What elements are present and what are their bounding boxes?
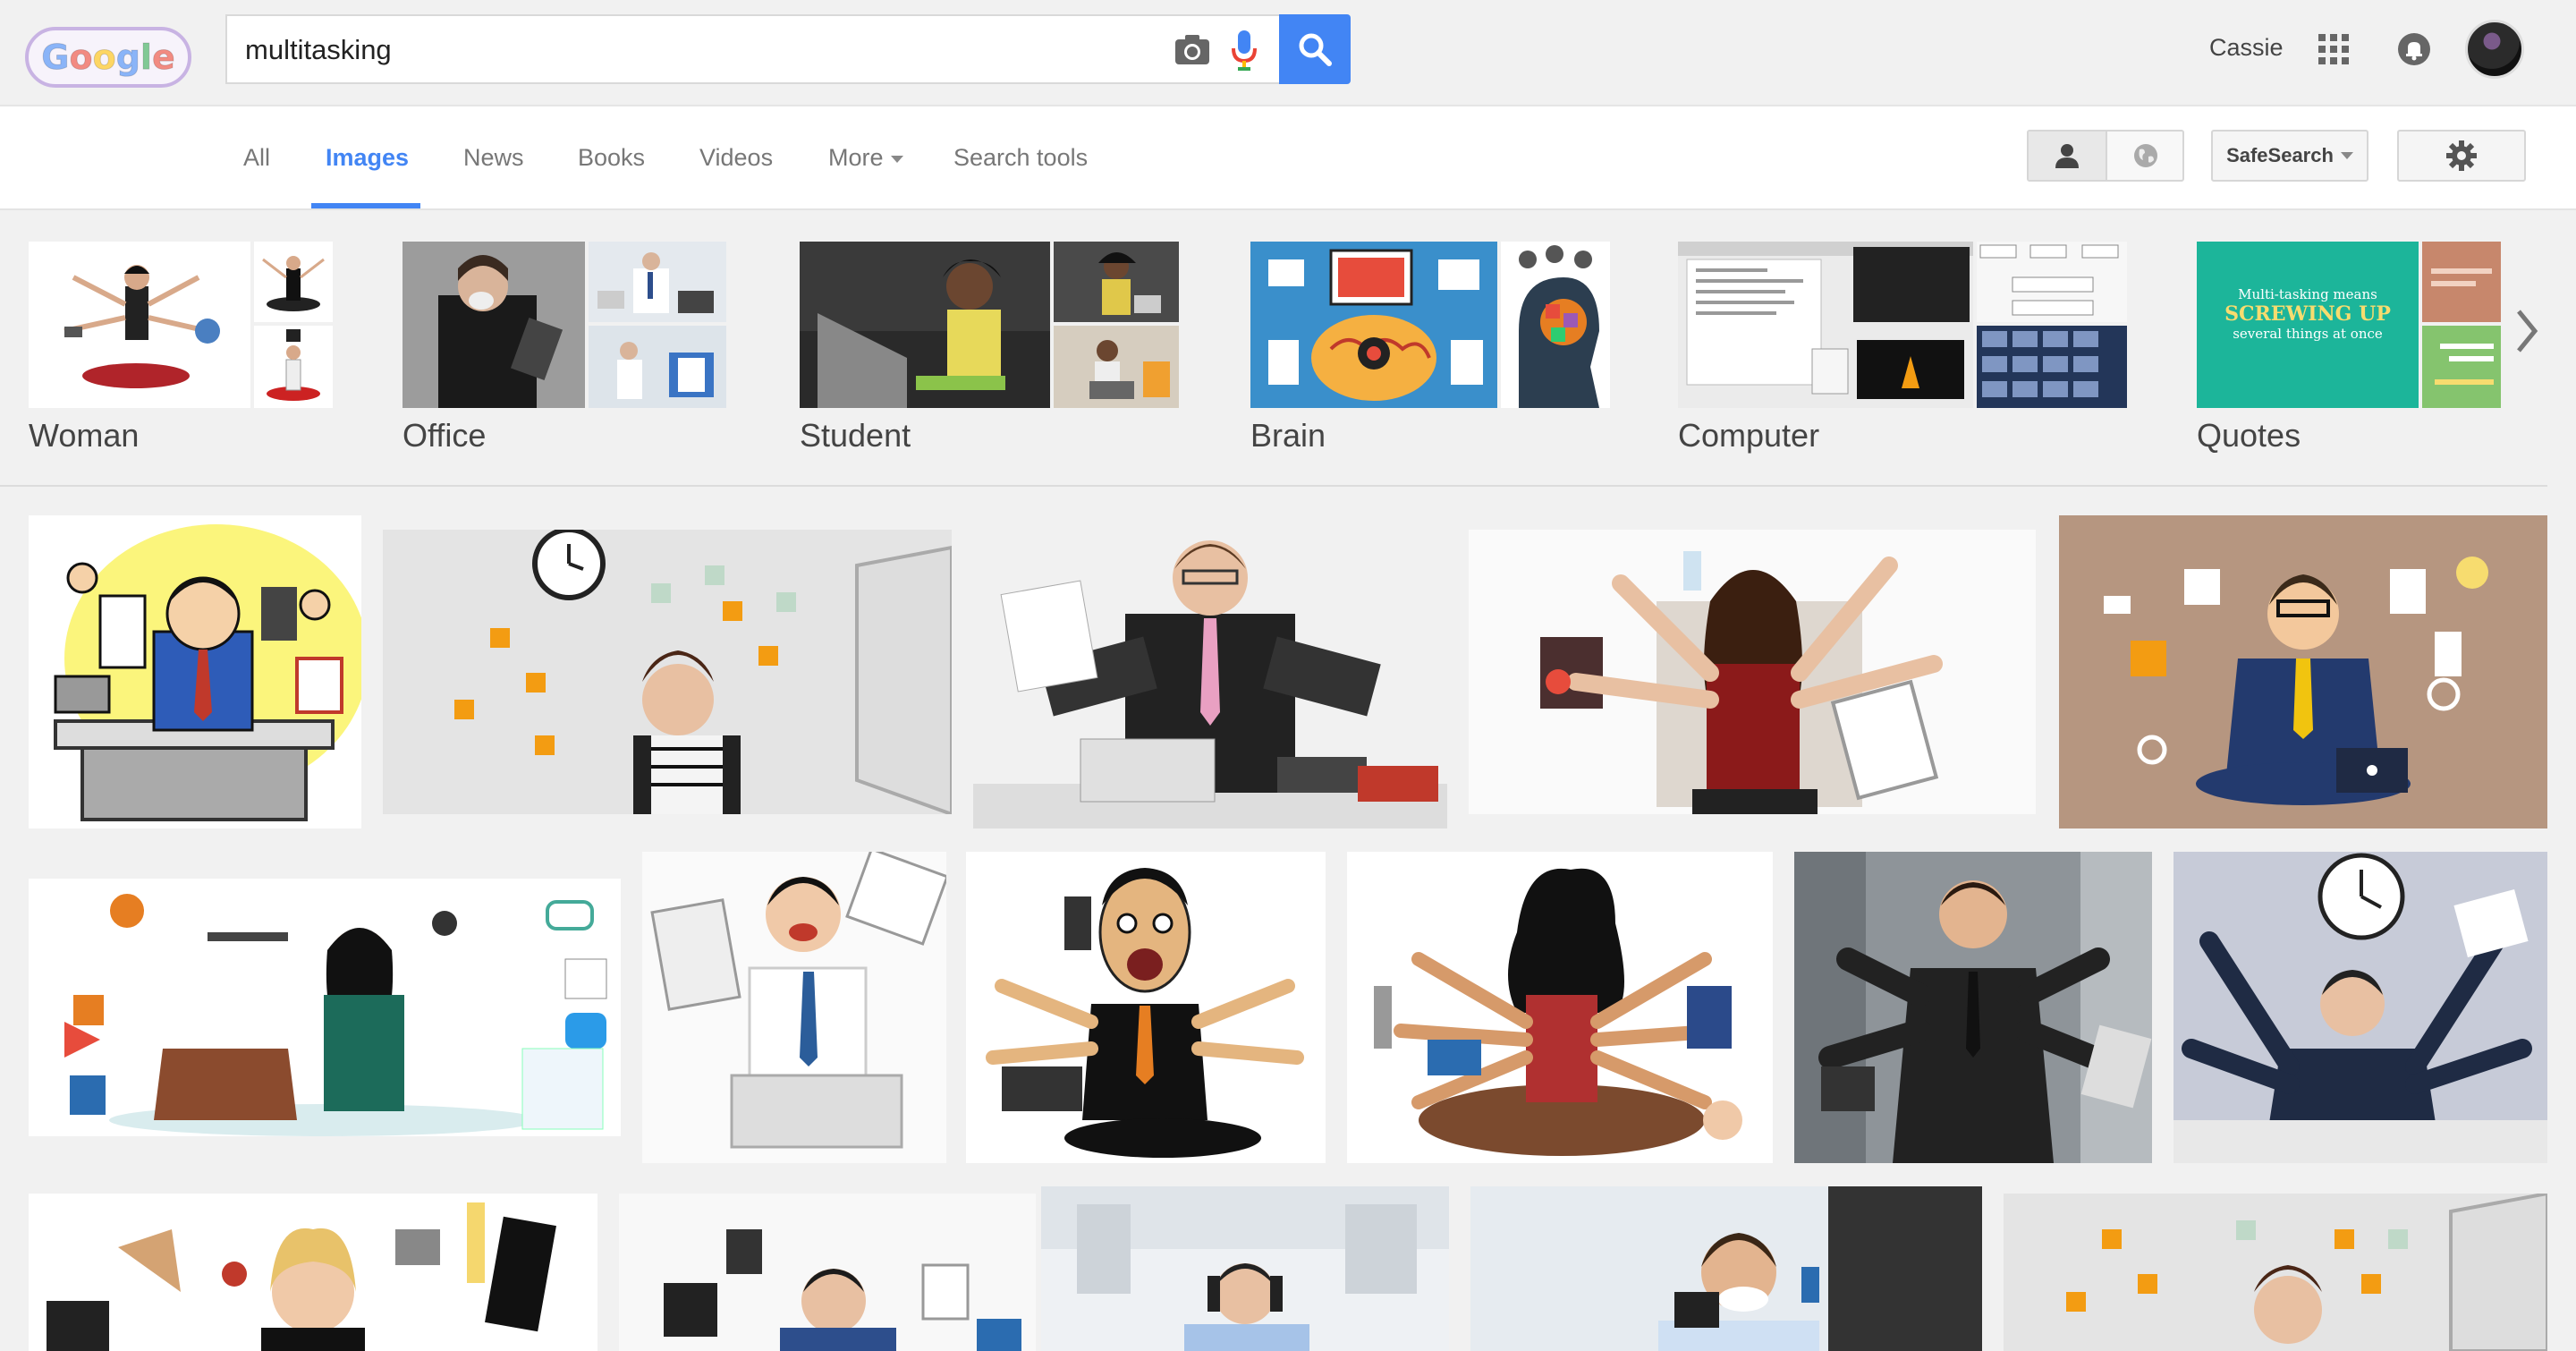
image-result[interactable] xyxy=(642,852,946,1163)
related-label: Student xyxy=(800,417,911,454)
related-label: Brain xyxy=(1250,417,1326,454)
divider xyxy=(0,485,2547,487)
microphone-icon[interactable] xyxy=(1231,29,1258,72)
user-name-link[interactable]: Cassie xyxy=(2209,34,2284,62)
related-thumb xyxy=(589,326,726,408)
related-thumb xyxy=(254,326,333,408)
active-tab-indicator xyxy=(311,203,420,208)
related-thumb xyxy=(254,242,333,322)
tab-all[interactable]: All xyxy=(243,144,270,172)
image-result[interactable] xyxy=(619,1194,1036,1351)
related-thumb xyxy=(2422,326,2501,408)
related-thumb xyxy=(1501,242,1610,408)
view-toggle xyxy=(2027,130,2184,182)
image-result[interactable] xyxy=(973,515,1447,828)
related-thumb: Multi-tasking means SCREWING UP several … xyxy=(2197,242,2419,408)
related-thumb xyxy=(29,242,250,408)
quote-line: several things at once xyxy=(2233,326,2383,342)
image-result[interactable] xyxy=(1041,1186,1449,1351)
image-result[interactable] xyxy=(383,530,952,814)
chevron-right-icon[interactable] xyxy=(2513,304,2540,358)
image-result[interactable] xyxy=(2004,1194,2547,1351)
safesearch-button[interactable]: SafeSearch xyxy=(2211,130,2368,182)
tab-more[interactable]: More xyxy=(828,144,903,172)
search-input[interactable] xyxy=(243,16,1141,84)
quote-line: Multi-tasking means xyxy=(2238,286,2377,302)
related-thumb xyxy=(1054,242,1179,322)
bell-icon[interactable] xyxy=(2397,32,2431,66)
related-thumb xyxy=(800,242,1050,408)
image-result[interactable] xyxy=(1794,852,2152,1163)
tab-books[interactable]: Books xyxy=(578,144,645,172)
related-thumb xyxy=(1977,242,2127,322)
image-result[interactable] xyxy=(29,879,621,1136)
image-result[interactable] xyxy=(1469,530,2036,814)
related-thumb xyxy=(402,242,585,408)
avatar[interactable] xyxy=(2465,20,2524,79)
image-result[interactable] xyxy=(29,1194,597,1351)
related-label: Quotes xyxy=(2197,417,2301,454)
tab-search-tools[interactable]: Search tools xyxy=(953,144,1088,172)
related-thumb xyxy=(1250,242,1497,408)
related-label: Office xyxy=(402,417,487,454)
settings-button[interactable] xyxy=(2397,130,2526,182)
tab-news[interactable]: News xyxy=(463,144,524,172)
related-thumb xyxy=(1977,326,2127,408)
image-result[interactable] xyxy=(29,515,361,828)
search-icon xyxy=(1299,33,1332,66)
image-result[interactable] xyxy=(1470,1186,1982,1351)
search-button[interactable] xyxy=(1279,14,1351,84)
globe-icon xyxy=(2134,144,2157,167)
safesearch-label: SafeSearch xyxy=(2226,144,2334,166)
related-thumb xyxy=(1678,242,1973,408)
image-result[interactable] xyxy=(2174,852,2547,1163)
image-result[interactable] xyxy=(966,852,1326,1163)
camera-icon[interactable] xyxy=(1174,32,1211,68)
search-box xyxy=(225,14,1279,84)
image-result[interactable] xyxy=(1347,852,1773,1163)
gear-icon xyxy=(2446,140,2477,171)
tab-videos[interactable]: Videos xyxy=(699,144,773,172)
caret-down-icon xyxy=(890,155,903,163)
tab-more-label: More xyxy=(828,144,884,171)
related-thumb xyxy=(1054,326,1179,408)
image-result[interactable] xyxy=(2059,515,2547,828)
quote-line: SCREWING UP xyxy=(2224,302,2391,326)
quote-text: Multi-tasking means SCREWING UP several … xyxy=(2197,286,2419,342)
personal-results-button[interactable] xyxy=(2029,132,2107,180)
search-type-nav: All Images News Books Videos More Search… xyxy=(0,106,2576,210)
caret-down-icon xyxy=(2340,152,2353,159)
person-icon xyxy=(2055,144,2079,168)
related-label: Woman xyxy=(29,417,140,454)
apps-grid-icon[interactable] xyxy=(2318,34,2349,64)
related-thumb xyxy=(589,242,726,322)
related-thumb xyxy=(2422,242,2501,322)
global-results-button[interactable] xyxy=(2107,132,2184,180)
related-label: Computer xyxy=(1678,417,1820,454)
top-header: Google Cassie xyxy=(0,0,2576,106)
google-logo[interactable]: Google xyxy=(25,27,191,88)
tab-images[interactable]: Images xyxy=(326,144,409,172)
